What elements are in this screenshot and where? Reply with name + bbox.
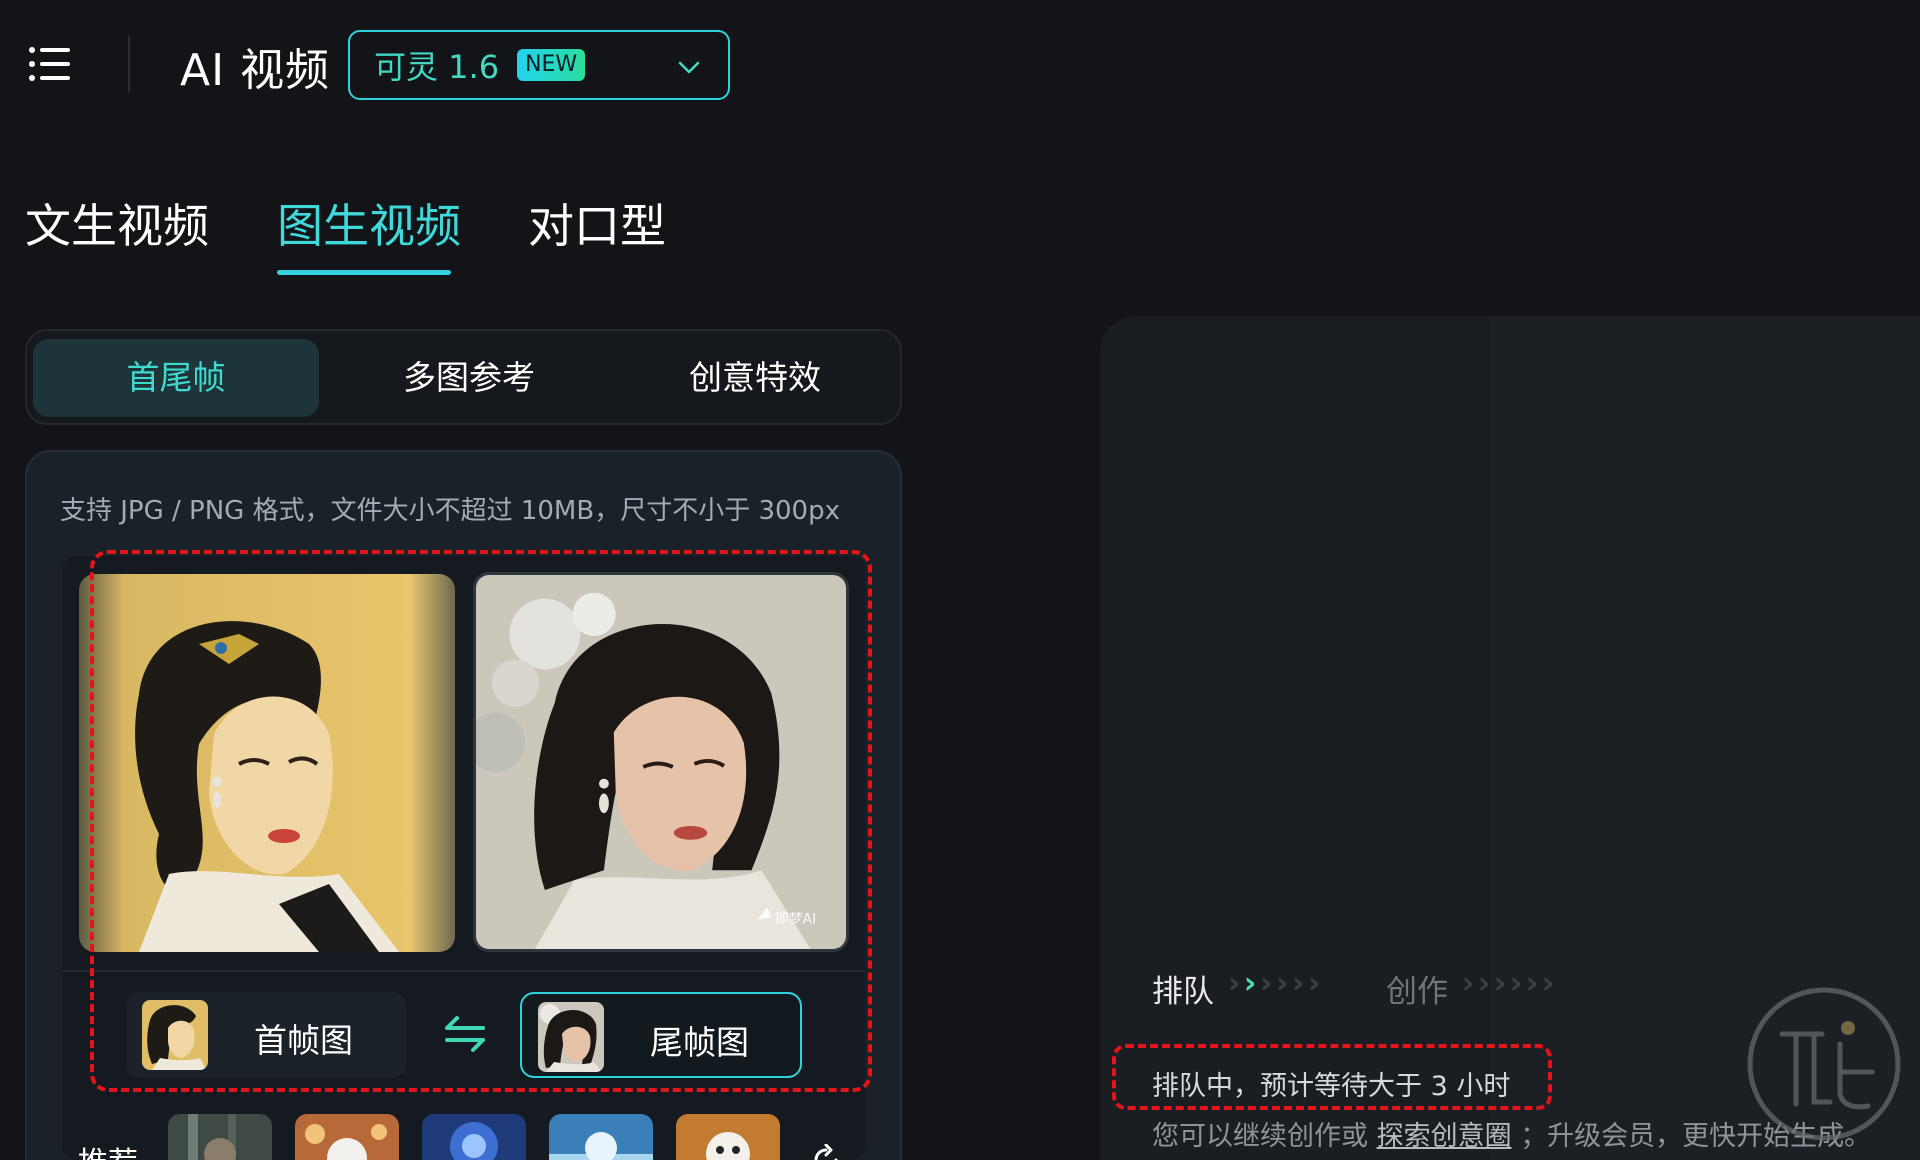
tab-lip-sync[interactable]: 对口型	[528, 190, 666, 256]
page-title: AI 视频	[180, 45, 331, 96]
explore-link[interactable]: 探索创意圈	[1377, 1121, 1512, 1152]
recommend-thumb-2[interactable]	[295, 1114, 399, 1160]
subtab-bar: 首尾帧 多图参考 创意特效	[25, 329, 902, 425]
active-tab-underline	[277, 270, 451, 275]
start-frame-thumbnail	[142, 1000, 208, 1070]
recommend-thumb-4[interactable]	[549, 1114, 653, 1160]
queue-progress-chevrons: › › › › › ›	[1226, 966, 1322, 1001]
watermark-logo-icon	[1747, 987, 1901, 1141]
progress-chevron: ›	[1307, 966, 1321, 1001]
end-frame-label: 尾帧图	[650, 1023, 749, 1062]
progress-chevron: ›	[1227, 966, 1241, 1001]
recommend-thumb-3[interactable]	[422, 1114, 526, 1160]
format-hint: 支持 JPG / PNG 格式，文件大小不超过 10MB，尺寸不小于 300px	[60, 496, 840, 526]
frame-divider	[62, 970, 865, 972]
image-watermark-text: 即梦AI	[775, 911, 816, 927]
progress-chevron-active: ›	[1243, 966, 1257, 1001]
stage-create-label: 创作	[1386, 974, 1448, 1010]
progress-chevron: ›	[1275, 966, 1289, 1001]
new-badge: NEW	[517, 49, 586, 81]
model-select[interactable]: 可灵 1.6 NEW	[348, 30, 730, 100]
tab-image-to-video[interactable]: 图生视频	[277, 190, 461, 256]
start-frame-label: 首帧图	[254, 1021, 353, 1060]
model-name: 可灵 1.6	[374, 48, 500, 86]
tab-text-to-video[interactable]: 文生视频	[25, 190, 209, 256]
subtab-multi-image-reference[interactable]: 多图参考	[329, 339, 609, 417]
recommend-label: 推荐	[78, 1138, 138, 1160]
progress-chevron: ›	[1461, 966, 1475, 1001]
subtab-creative-effects[interactable]: 创意特效	[615, 339, 895, 417]
queue-hint-prefix: 您可以继续创作或	[1152, 1121, 1368, 1152]
end-frame-button[interactable]: 尾帧图	[520, 992, 802, 1078]
progress-chevron: ›	[1259, 966, 1273, 1001]
progress-chevron: ›	[1291, 966, 1305, 1001]
end-frame-image[interactable]: 即梦AI	[473, 572, 849, 952]
recommend-thumb-5[interactable]	[676, 1114, 780, 1160]
progress-chevron: ›	[1525, 966, 1539, 1001]
menu-icon[interactable]	[28, 44, 74, 84]
queue-status-text: 排队中，预计等待大于 3 小时	[1152, 1071, 1511, 1102]
create-progress-chevrons: › › › › › ›	[1460, 966, 1556, 1001]
progress-chevron: ›	[1509, 966, 1523, 1001]
start-frame-button[interactable]: 首帧图	[126, 992, 406, 1078]
refresh-icon[interactable]	[810, 1144, 842, 1160]
header-divider	[128, 36, 130, 92]
recommend-thumb-1[interactable]	[168, 1114, 272, 1160]
subtab-first-last-frame[interactable]: 首尾帧	[33, 339, 319, 417]
progress-chevron: ›	[1493, 966, 1507, 1001]
start-frame-image[interactable]	[79, 574, 455, 952]
progress-chevron: ›	[1541, 966, 1555, 1001]
app-root: AI 视频 可灵 1.6 NEW 文生视频 图生视频 对口型 首尾帧 多图参考 …	[0, 0, 1920, 1160]
progress-chevron: ›	[1477, 966, 1491, 1001]
stage-queue-label: 排队	[1152, 974, 1214, 1010]
swap-icon[interactable]	[443, 1014, 487, 1054]
chevron-down-icon	[678, 61, 700, 74]
end-frame-thumbnail	[538, 1002, 604, 1072]
